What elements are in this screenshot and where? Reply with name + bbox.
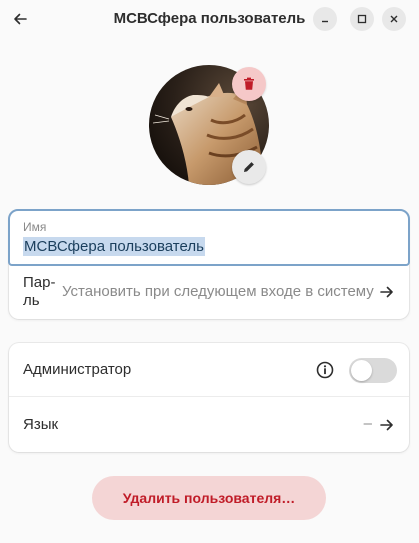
header-bar: МСВСфера пользователь bbox=[0, 0, 419, 38]
name-label: Имя bbox=[23, 220, 47, 234]
password-row[interactable]: Пар- ль Установить при следующем входе в… bbox=[9, 266, 409, 319]
settings-card: Администратор Язык – bbox=[9, 343, 409, 452]
close-icon bbox=[390, 15, 398, 23]
minimize-icon bbox=[322, 20, 328, 23]
language-row[interactable]: Язык – bbox=[9, 398, 409, 452]
close-button[interactable] bbox=[382, 7, 406, 31]
edit-avatar-button[interactable] bbox=[232, 150, 266, 184]
arrow-right-icon bbox=[380, 286, 393, 298]
pencil-icon bbox=[244, 162, 254, 172]
remove-avatar-button[interactable] bbox=[232, 67, 266, 101]
language-label: Язык bbox=[23, 416, 59, 433]
password-label-line1: Пар- bbox=[23, 274, 56, 291]
arrow-right-icon bbox=[380, 419, 393, 431]
toggle-knob bbox=[351, 360, 372, 381]
password-value: Установить при следующем входе в систему bbox=[62, 283, 374, 300]
maximize-button[interactable] bbox=[350, 7, 374, 31]
maximize-icon bbox=[357, 14, 367, 24]
minimize-button[interactable] bbox=[313, 7, 337, 31]
trash-icon bbox=[244, 77, 254, 90]
name-input[interactable]: МСВСфера пользователь bbox=[23, 237, 205, 256]
name-field[interactable]: Имя МСВСфера пользователь bbox=[8, 209, 410, 266]
delete-user-button[interactable]: Удалить пользователя… bbox=[92, 476, 326, 520]
admin-row: Администратор bbox=[9, 343, 409, 397]
password-label-line2: ль bbox=[23, 292, 40, 309]
admin-label: Администратор bbox=[23, 361, 132, 378]
language-value: – bbox=[363, 415, 372, 432]
password-label: Пар- ль bbox=[23, 274, 59, 310]
account-card: Имя МСВСфера пользователь Пар- ль Устано… bbox=[8, 209, 410, 319]
admin-toggle[interactable] bbox=[349, 358, 397, 383]
info-icon[interactable] bbox=[316, 361, 334, 379]
